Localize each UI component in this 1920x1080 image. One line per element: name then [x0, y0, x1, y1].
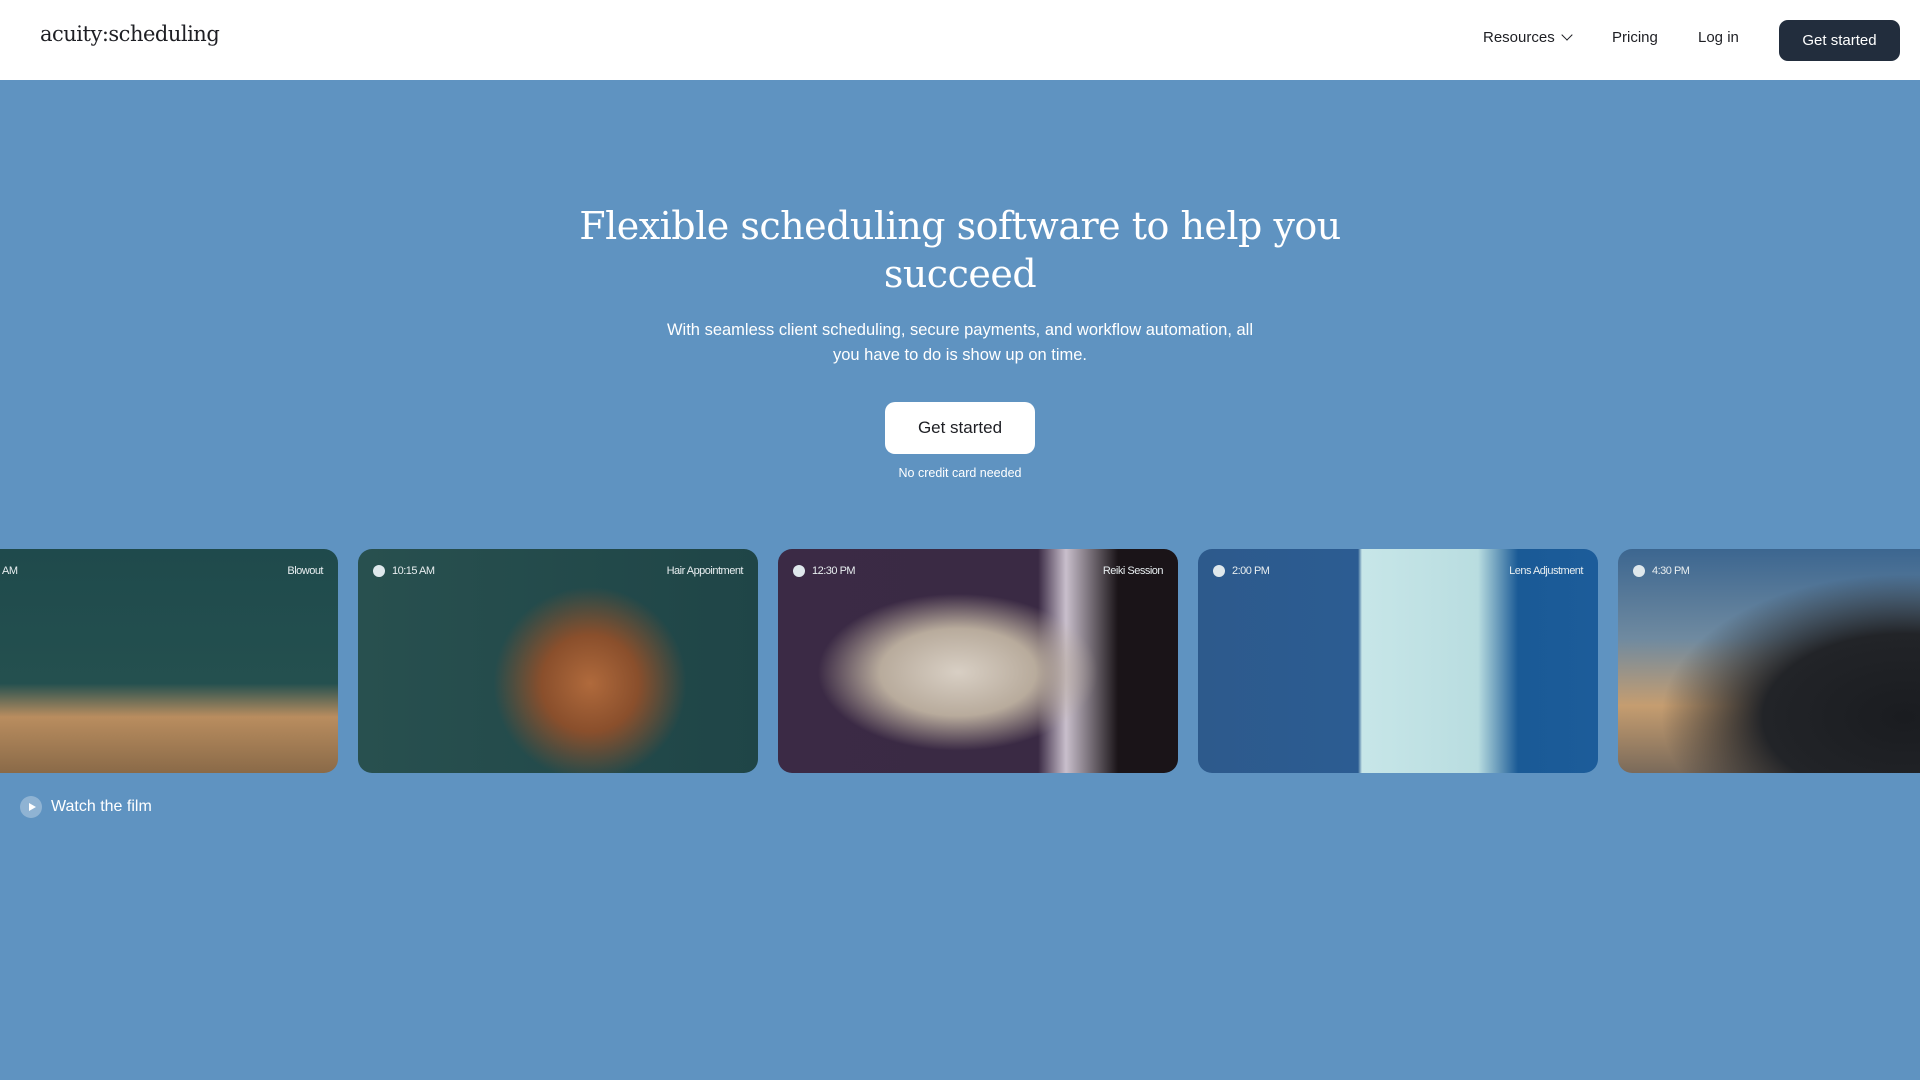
chevron-down-icon — [1561, 29, 1573, 41]
nav-resources[interactable]: Resources — [1483, 29, 1573, 46]
card-hair-appointment: 10:15 AM Hair Appointment — [358, 549, 758, 773]
card-time: 4:30 PM — [1633, 565, 1690, 577]
get-started-hero-button[interactable]: Get started — [885, 402, 1035, 454]
card-reiki-session: 12:30 PM Reiki Session — [778, 549, 1178, 773]
logo[interactable]: acuity:scheduling — [40, 22, 220, 46]
status-dot-icon — [1633, 565, 1645, 577]
nav-resources-label: Resources — [1483, 29, 1555, 46]
card-time: AM — [2, 565, 18, 577]
hero-title: Flexible scheduling software to help you… — [579, 204, 1341, 296]
watch-film-button[interactable]: Watch the film — [20, 796, 152, 818]
header: acuity:scheduling Resources Pricing Log … — [0, 0, 1920, 80]
card-blowout: AM Blowout — [0, 549, 338, 773]
card-label: Blowout — [287, 565, 323, 577]
status-dot-icon — [1213, 565, 1225, 577]
get-started-header-button[interactable]: Get started — [1779, 20, 1900, 61]
card-lens-adjustment: 2:00 PM Lens Adjustment — [1198, 549, 1598, 773]
card-time: 2:00 PM — [1213, 565, 1270, 577]
card-label: Hair Appointment — [666, 565, 744, 577]
watch-film-label: Watch the film — [51, 798, 152, 815]
card-label: Lens Adjustment — [1509, 565, 1583, 577]
nav-pricing[interactable]: Pricing — [1612, 29, 1658, 46]
status-dot-icon — [793, 565, 805, 577]
card-time: 12:30 PM — [793, 565, 856, 577]
nav-login[interactable]: Log in — [1698, 29, 1739, 46]
play-icon — [20, 796, 42, 818]
no-credit-card-note: No credit card needed — [898, 466, 1022, 480]
card-time: 10:15 AM — [373, 565, 435, 577]
card-car-service: 4:30 PM — [1618, 549, 1920, 773]
status-dot-icon — [373, 565, 385, 577]
card-label: Reiki Session — [1102, 565, 1164, 577]
hero-subtitle: With seamless client scheduling, secure … — [666, 321, 1254, 364]
